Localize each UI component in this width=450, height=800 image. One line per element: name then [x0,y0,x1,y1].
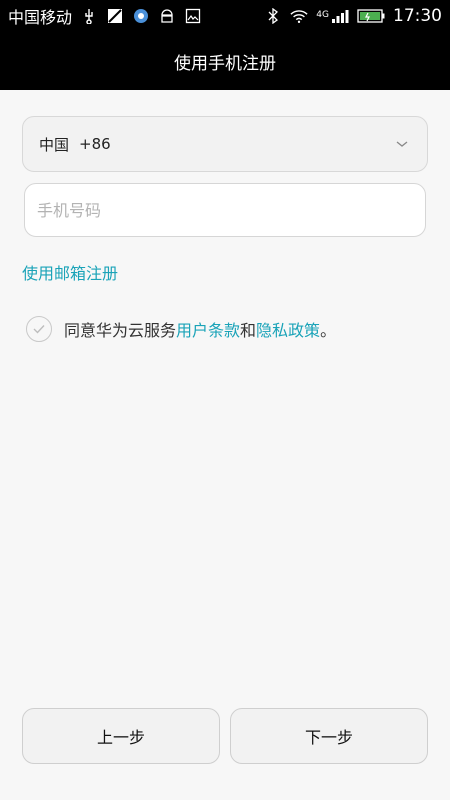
wifi-icon [290,7,308,25]
country-code: +86 [79,135,111,153]
checkmark-icon [33,325,45,334]
user-terms-link[interactable]: 用户条款 [176,321,240,340]
page-header: 使用手机注册 [0,32,450,90]
carrier-label: 中国移动 [8,8,73,27]
status-bar-left: 中国移动 [8,4,202,28]
agreement-suffix: 。 [320,321,337,340]
browser-icon [132,7,150,25]
clock: 17:30 [393,6,442,26]
signal-icon [331,7,349,25]
chevron-down-icon [393,135,411,153]
privacy-policy-link[interactable]: 隐私政策 [256,321,320,340]
agreement-middle: 和 [240,321,257,340]
next-step-button[interactable]: 下一步 [230,708,428,764]
android-icon [158,7,176,25]
agreement-prefix: 同意华为云服务 [64,321,177,340]
network-type: 4G [316,10,329,20]
status-bar: 中国移动 4G 17:30 [0,0,450,32]
battery-icon [357,7,385,25]
phone-number-input[interactable] [24,183,426,237]
country-selector[interactable]: 中国 +86 [22,116,428,172]
gallery-icon [184,7,202,25]
previous-step-button[interactable]: 上一步 [22,708,220,764]
usb-icon [80,7,98,25]
image-icon [106,7,124,25]
page-title: 使用手机注册 [174,53,276,74]
agreement-row: 同意华为云服务用户条款和隐私政策。 [26,316,336,342]
register-with-email-link[interactable]: 使用邮箱注册 [22,260,118,284]
agreement-text: 同意华为云服务用户条款和隐私政策。 [64,317,336,341]
agree-checkbox[interactable] [26,316,52,342]
country-name: 中国 [39,135,70,154]
status-bar-right: 4G 17:30 [264,6,442,26]
bluetooth-icon [264,7,282,25]
